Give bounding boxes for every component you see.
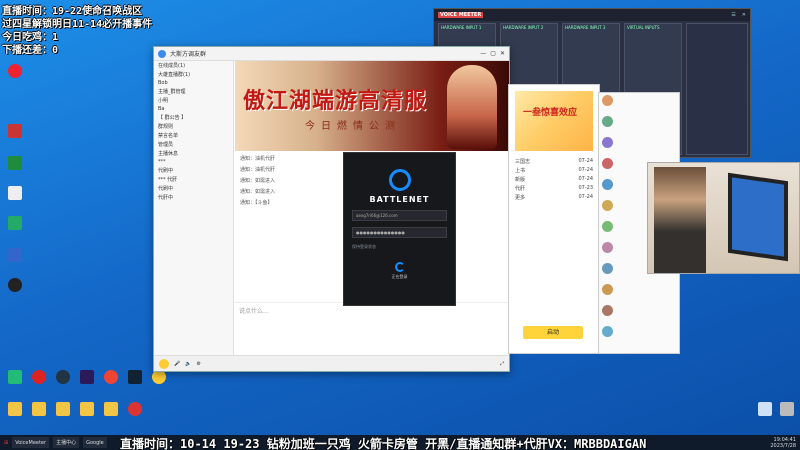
- avatar[interactable]: [159, 358, 169, 369]
- desktop-icon-blue[interactable]: [2, 248, 28, 263]
- voicemeeter-logo: VOICE MEETER: [438, 12, 484, 18]
- desktop-icon-tool[interactable]: [774, 402, 800, 417]
- sidebar-row[interactable]: 禁言名单: [154, 131, 233, 140]
- banner-title: 傲江湖端游高清服: [243, 88, 428, 114]
- message-line: 通知：如需进入: [240, 178, 276, 184]
- promo-panel[interactable]: 一叁惊喜效应 三国志 07-24 上书 07-24 新版 07-24 代肝 07-23 …: [508, 84, 600, 354]
- banner-character-image: [447, 65, 497, 149]
- menu-icon[interactable]: ☰: [731, 12, 735, 18]
- list-item[interactable]: 新版 07-24: [509, 175, 599, 184]
- desktop-icon-app-a[interactable]: [122, 370, 148, 385]
- desktop-icon-word[interactable]: [2, 216, 28, 231]
- overlay-remaining: 下播还差：0: [2, 45, 59, 56]
- mic-icon[interactable]: 🎤: [174, 361, 180, 367]
- launch-button[interactable]: 启动: [523, 326, 583, 339]
- desktop-icon-chrome[interactable]: [2, 64, 28, 79]
- desktop-icon-app[interactable]: [2, 124, 28, 139]
- maximize-icon[interactable]: ▢: [490, 50, 496, 57]
- sidebar-row[interactable]: 小明: [154, 96, 233, 105]
- sidebar-row[interactable]: 主播休息: [154, 149, 233, 158]
- keep-logged-checkbox[interactable]: 保持登录状态: [352, 244, 447, 250]
- message-line: 通知：油机代肝: [240, 156, 276, 162]
- sidebar-row[interactable]: 主播_群管理: [154, 87, 233, 96]
- list-item[interactable]: [599, 303, 679, 324]
- taskbar-item[interactable]: 主播中心: [53, 437, 80, 448]
- loading-spinner-icon: [394, 262, 405, 272]
- desktop-icon-sheet[interactable]: [2, 156, 28, 171]
- desktop-icon-face[interactable]: [146, 370, 172, 385]
- chat-titlebar[interactable]: 大斯方调友群 — ▢ ✕: [154, 47, 509, 61]
- list-item[interactable]: 三国志 07-24: [509, 157, 599, 166]
- password-field[interactable]: ●●●●●●●●●●●●●●: [352, 227, 447, 238]
- sidebar-row[interactable]: 在线成员(1): [154, 61, 233, 70]
- sidebar-row[interactable]: Ba: [154, 105, 233, 113]
- close-icon[interactable]: ✕: [500, 50, 505, 57]
- folder-icon[interactable]: [122, 402, 148, 417]
- desktop-icon-chrome2[interactable]: [98, 370, 124, 385]
- vm-master-section[interactable]: [686, 23, 748, 155]
- stream-ticker: 直播时间：10-14 19-23 钻粉加班一只鸡 火箭卡房管 开黑/直播通知群+…: [120, 437, 647, 450]
- list-item[interactable]: 上书 07-24: [509, 166, 599, 175]
- message-line: 通知：油机代肝: [240, 167, 276, 173]
- ad-banner[interactable]: 傲江湖端游高清服 今日燃情公测: [235, 61, 509, 151]
- desktop-icon-steam[interactable]: [50, 370, 76, 385]
- battlenet-login-window[interactable]: BATTLENET aexg7ri66@126.com ●●●●●●●●●●●●…: [343, 152, 456, 306]
- desktop-icon-premiere[interactable]: [74, 370, 100, 385]
- fullscreen-icon[interactable]: ⤢: [500, 361, 504, 367]
- battlenet-name: BATTLENET: [369, 195, 430, 204]
- taskbar-item[interactable]: VoiceMeeter: [12, 437, 50, 448]
- list-item[interactable]: [599, 282, 679, 303]
- desktop-icon-a[interactable]: [2, 370, 28, 385]
- sidebar-row[interactable]: 代刷中: [154, 166, 233, 175]
- sidebar-row[interactable]: 管理员: [154, 140, 233, 149]
- sidebar-row[interactable]: *** 代肝: [154, 175, 233, 184]
- sidebar-row[interactable]: 代肝中: [154, 193, 233, 202]
- sidebar-row[interactable]: 【 群公告 】: [154, 113, 233, 122]
- group-icon: [158, 49, 166, 58]
- message-line: 通知：【斗鱼】: [240, 200, 273, 206]
- chat-title: 大斯方调友群: [170, 51, 207, 58]
- desktop-icon-netease[interactable]: [26, 370, 52, 385]
- message-list: 通知：油机代肝 通知：油机代肝 通知：如需进入 通知：如需进入 通知：【斗鱼】: [240, 155, 340, 210]
- desktop-icon-doc[interactable]: [2, 186, 28, 201]
- clock[interactable]: 19:04:41 2023/7/28: [770, 437, 796, 449]
- promo-image[interactable]: 一叁惊喜效应: [515, 91, 593, 151]
- settings-icon[interactable]: ⚙: [196, 361, 200, 367]
- chat-toolbar: 🎤 🔈 ⚙ ⤢: [154, 355, 509, 371]
- desktop-icon-obs[interactable]: [2, 278, 28, 293]
- folder-icon[interactable]: [50, 402, 76, 417]
- message-line: 通知：如需进入: [240, 189, 276, 195]
- start-icon[interactable]: ⊞: [4, 440, 8, 446]
- chat-window[interactable]: 大斯方调友群 — ▢ ✕ 在线成员(1) 大雄直播群(1) Bob 主播_群管理…: [153, 46, 510, 372]
- email-field[interactable]: aexg7ri66@126.com: [352, 210, 447, 221]
- streamer-image: [654, 167, 706, 273]
- folder-icon[interactable]: [2, 402, 28, 417]
- taskbar-item[interactable]: Google: [83, 437, 107, 448]
- speaker-icon[interactable]: 🔈: [185, 361, 191, 367]
- battlenet-logo-icon: [388, 169, 411, 191]
- folder-icon[interactable]: [74, 402, 100, 417]
- login-status: 正在登录: [391, 274, 408, 279]
- minimize-icon[interactable]: —: [480, 50, 486, 57]
- list-item[interactable]: [599, 135, 679, 156]
- banner-subtitle: 今日燃情公测: [305, 121, 401, 132]
- member-sidebar: 在线成员(1) 大雄直播群(1) Bob 主播_群管理 小明 Ba 【 群公告 …: [154, 61, 234, 355]
- folder-icon[interactable]: [26, 402, 52, 417]
- close-icon[interactable]: ✕: [742, 12, 746, 18]
- list-item[interactable]: 更多 07-24: [509, 193, 599, 202]
- list-item[interactable]: [599, 324, 679, 345]
- sidebar-row[interactable]: 群规则: [154, 122, 233, 131]
- sidebar-row[interactable]: ***: [154, 158, 233, 166]
- monitor-image: [728, 172, 788, 262]
- list-item[interactable]: [599, 114, 679, 135]
- list-item[interactable]: [599, 93, 679, 114]
- sidebar-row[interactable]: Bob: [154, 79, 233, 87]
- folder-icon[interactable]: [98, 402, 124, 417]
- webcam-overlay: [647, 162, 800, 274]
- sidebar-row[interactable]: 大雄直播群(1): [154, 70, 233, 79]
- list-item[interactable]: 代肝 07-23: [509, 184, 599, 193]
- sidebar-row[interactable]: 代刷中: [154, 184, 233, 193]
